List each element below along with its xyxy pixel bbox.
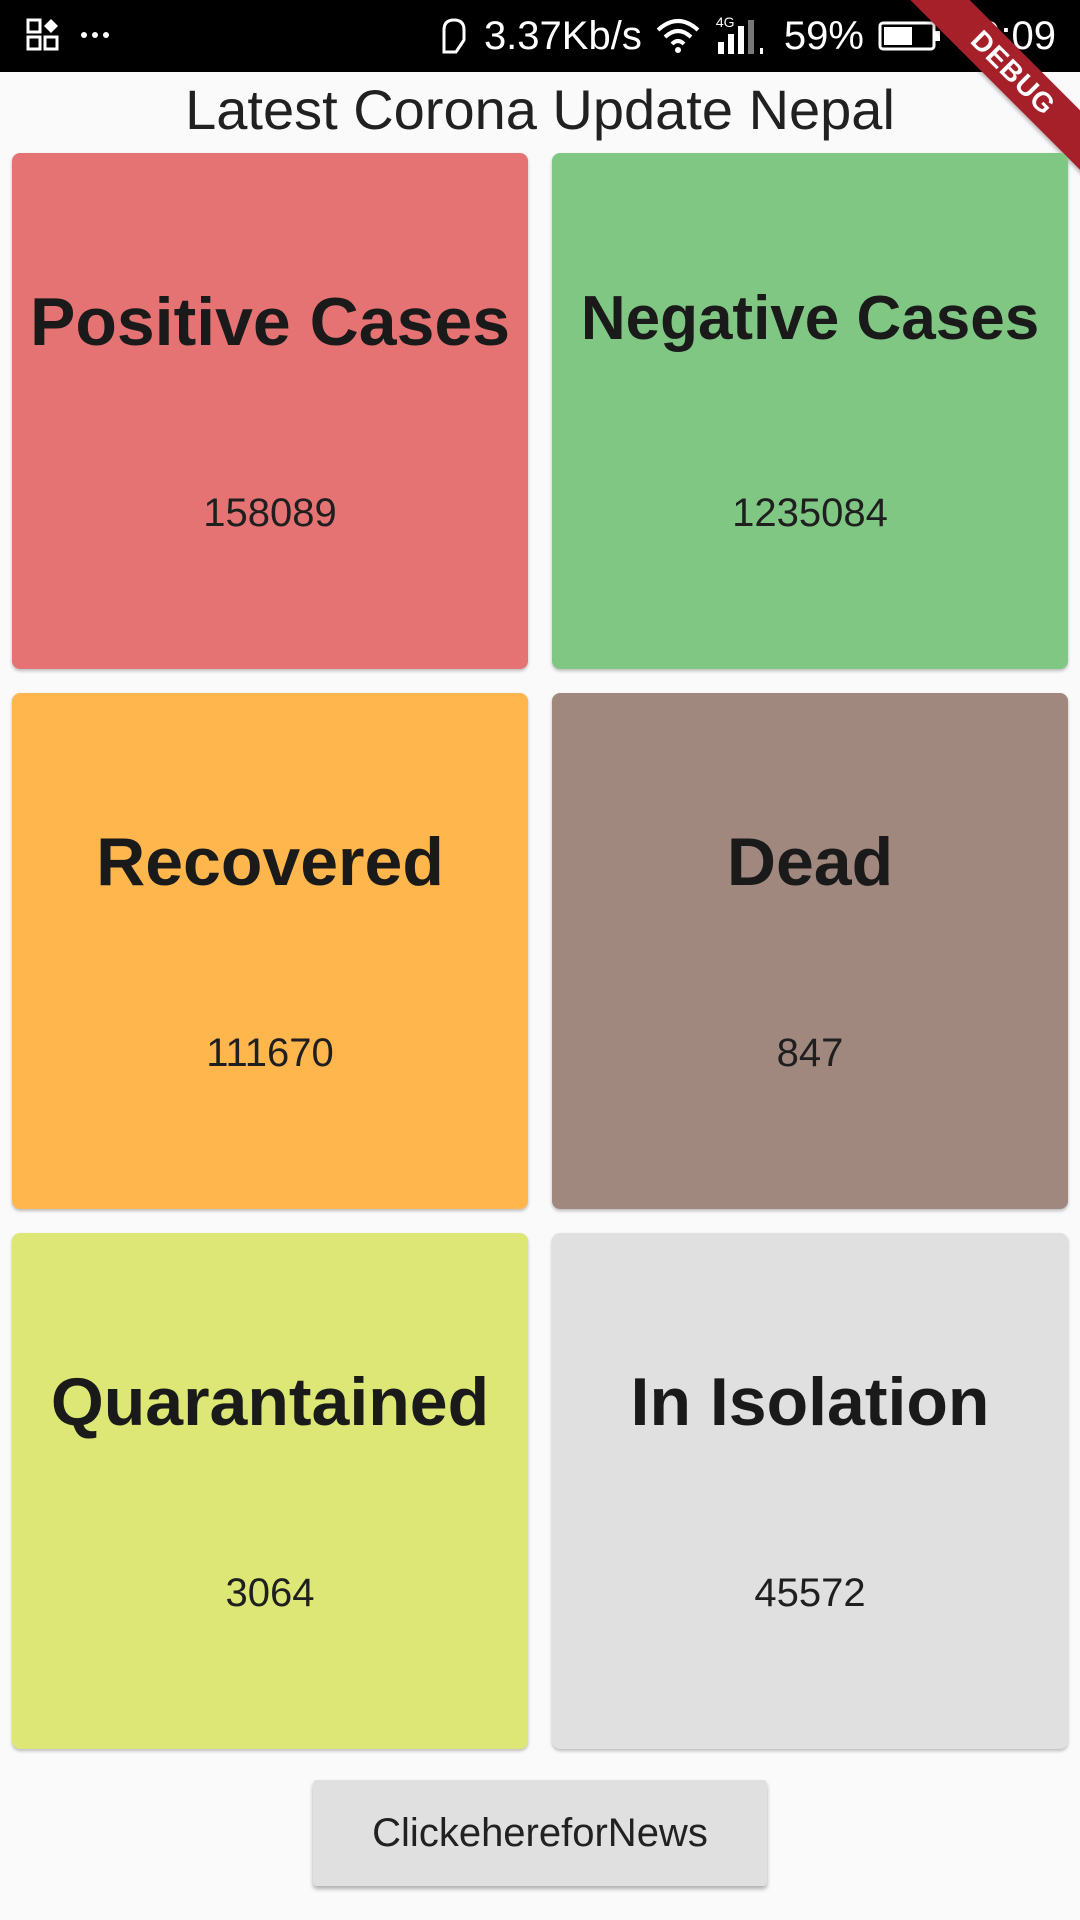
news-button[interactable]: ClickehereforNews (313, 1780, 767, 1886)
card-recovered: Recovered 111670 (12, 693, 528, 1209)
card-title: Dead (726, 824, 894, 900)
card-title: Quarantained (50, 1364, 490, 1440)
card-title: In Isolation (630, 1364, 990, 1440)
card-value: 45572 (754, 1571, 866, 1615)
card-positive-cases: Positive Cases 158089 (12, 153, 528, 669)
card-in-isolation: In Isolation 45572 (552, 1233, 1068, 1749)
card-value: 158089 (203, 491, 337, 535)
app-grid-icon (26, 18, 59, 51)
card-value: 3064 (225, 1571, 315, 1615)
data-saver-icon (442, 18, 466, 54)
card-title: Recovered (96, 824, 444, 900)
card-value: 847 (776, 1031, 844, 1075)
battery-percent: 59% (783, 13, 864, 58)
network-speed: 3.37Kb/s (483, 13, 642, 58)
card-quarantained: Quarantained 3064 (12, 1233, 528, 1749)
page-title: Latest Corona Update Nepal (185, 78, 895, 141)
card-dead: Dead 847 (552, 693, 1068, 1209)
more-dots-icon (81, 32, 109, 38)
card-value: 1235084 (732, 491, 888, 535)
card-title: Negative Cases (580, 284, 1040, 353)
card-title: Positive Cases (29, 284, 511, 360)
cell-signal-icon: 4G (714, 14, 770, 56)
card-value: 111670 (206, 1031, 334, 1075)
battery-icon (878, 21, 940, 51)
status-bar: 3.37Kb/s 4G 59% 19:09 (0, 0, 1080, 72)
wifi-icon (656, 19, 700, 53)
card-negative-cases: Negative Cases 1235084 (552, 153, 1068, 669)
clock: 19:09 (955, 13, 1056, 58)
